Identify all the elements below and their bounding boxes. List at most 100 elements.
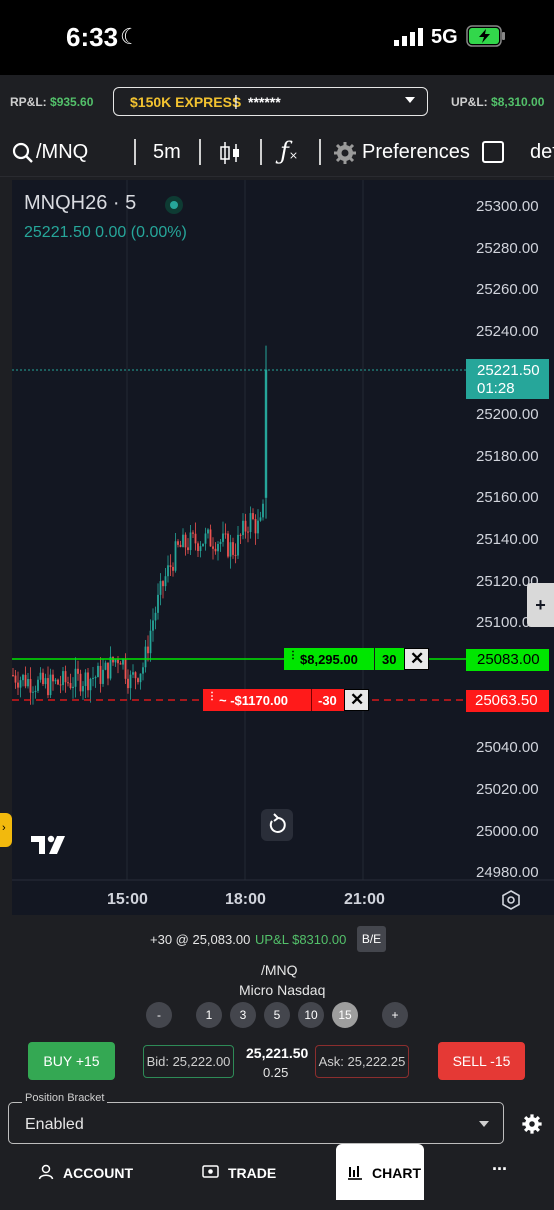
nav-chart[interactable]: CHART (336, 1144, 424, 1200)
candle-body (162, 581, 164, 587)
interval-button[interactable]: 5m (153, 141, 181, 164)
candle-body (124, 659, 127, 679)
candle-body (237, 534, 239, 556)
stop-pnl-tag[interactable]: ⋮ ~ -$1170.00 (203, 689, 311, 711)
position-bracket-value: Enabled (25, 1116, 84, 1133)
chart-canvas[interactable] (12, 180, 554, 915)
qty-preset-button[interactable]: 5 (264, 1002, 290, 1028)
tradingview-logo (27, 827, 71, 861)
stop-price-value: 25063.50 (475, 692, 538, 709)
toolbar-checkbox[interactable] (482, 141, 504, 163)
candle-body (22, 674, 24, 681)
candle-body (249, 513, 252, 532)
moon-icon: ☾ (120, 24, 140, 49)
y-tick: 25160.00 (476, 489, 539, 506)
bid-price-button[interactable]: Bid: 25,222.00 (143, 1045, 234, 1078)
qty-preset-button[interactable]: 1 (196, 1002, 222, 1028)
drag-handle-icon[interactable]: ⋮ (207, 691, 217, 702)
candle-series (12, 345, 268, 705)
chevron-down-icon (479, 1121, 489, 1127)
upl-label: UP&L: (451, 95, 488, 109)
y-tick: 24980.00 (476, 864, 539, 881)
nav-chart-label: CHART (372, 1165, 421, 1181)
candle-body (192, 532, 194, 534)
toolbar-divider (134, 139, 136, 165)
side-panel-handle[interactable]: › (0, 813, 12, 847)
chevron-right-icon: › (2, 822, 6, 834)
candle-body (169, 565, 172, 567)
candle-body (102, 669, 104, 684)
stop-pnl-value: ~ -$1170.00 (219, 693, 289, 708)
candle-body (39, 672, 42, 680)
candle-body (114, 659, 117, 663)
candlestick-icon[interactable] (218, 140, 242, 166)
ask-price-button[interactable]: Ask: 25,222.25 (315, 1045, 409, 1078)
close-icon: ✕ (350, 690, 365, 709)
qty-preset-button-selected[interactable]: 15 (332, 1002, 358, 1028)
qty-increase-button[interactable]: + (382, 1002, 408, 1028)
gear-icon[interactable] (333, 141, 357, 165)
buy-button[interactable]: BUY +15 (28, 1042, 115, 1080)
candle-body (244, 520, 247, 532)
candle-body (57, 679, 59, 685)
candle-body (189, 532, 192, 551)
candle-body (247, 531, 249, 533)
qty-preset-button[interactable]: 10 (298, 1002, 324, 1028)
rpl-value: $935.60 (50, 95, 94, 109)
toolbar-overflow-label[interactable]: def (530, 141, 554, 164)
cancel-stop-button[interactable]: ✕ (344, 689, 369, 711)
candle-body (132, 672, 134, 675)
close-position-button[interactable]: ✕ (404, 648, 429, 670)
candle-body (47, 678, 49, 696)
y-tick: 25300.00 (476, 198, 539, 215)
sell-button[interactable]: SELL -15 (438, 1042, 525, 1080)
candle-body (144, 646, 147, 668)
candle-body (227, 533, 229, 557)
chart-toolbar: /MNQ 5m ƒ× Preferences def (0, 131, 554, 177)
indicators-icon[interactable]: ƒ× (280, 137, 298, 165)
account-selector[interactable]: $150K EXPRESS | ****** (113, 87, 428, 116)
candle-body (204, 533, 207, 544)
position-bracket-select[interactable]: Enabled (8, 1102, 504, 1144)
y-tick: 25180.00 (476, 448, 539, 465)
toolbar-divider (260, 139, 262, 165)
drag-handle-icon[interactable]: ⋮ (288, 650, 298, 661)
candle-body (52, 674, 54, 682)
unrealized-pnl: UP&L: $8,310.00 (451, 95, 544, 109)
y-tick: 25040.00 (476, 739, 539, 756)
stop-qty-tag[interactable]: -30 (311, 689, 344, 711)
candle-body (67, 682, 69, 684)
status-time: 6:33 (66, 22, 119, 52)
candle-body (164, 576, 167, 587)
candle-body (214, 548, 217, 552)
candle-body (34, 690, 37, 692)
symbol-search[interactable]: /MNQ (36, 141, 88, 164)
chevron-down-icon (405, 97, 415, 103)
preferences-button[interactable]: Preferences (362, 141, 470, 164)
candle-body (127, 678, 129, 689)
qty-preset-button[interactable]: 3 (230, 1002, 256, 1028)
candle-body (259, 517, 262, 521)
reset-chart-button[interactable] (261, 809, 293, 841)
candle-body (122, 659, 124, 665)
position-qty-tag[interactable]: 30 (374, 648, 404, 670)
position-pnl-tag[interactable]: ⋮ $8,295.00 (284, 648, 374, 670)
breakeven-button[interactable]: B/E (357, 926, 386, 952)
candle-body (17, 682, 19, 688)
settings-hex-icon[interactable] (500, 889, 522, 911)
qty-decrease-button[interactable]: - (146, 1002, 172, 1028)
candle-body (219, 541, 222, 544)
x-tick: 18:00 (225, 891, 266, 908)
candle-body (74, 668, 77, 687)
add-order-button[interactable]: + (527, 583, 554, 627)
search-icon[interactable] (12, 142, 34, 164)
gear-icon[interactable] (521, 1113, 543, 1135)
account-number: ****** (248, 94, 281, 110)
candle-body (89, 678, 92, 691)
nav-more[interactable]: ... (492, 1154, 507, 1210)
candle-body (264, 369, 268, 498)
position-pnl-value: $8,295.00 (300, 652, 358, 667)
candle-body (207, 529, 209, 534)
price-chart[interactable] (12, 180, 554, 915)
candle-body (14, 675, 17, 683)
